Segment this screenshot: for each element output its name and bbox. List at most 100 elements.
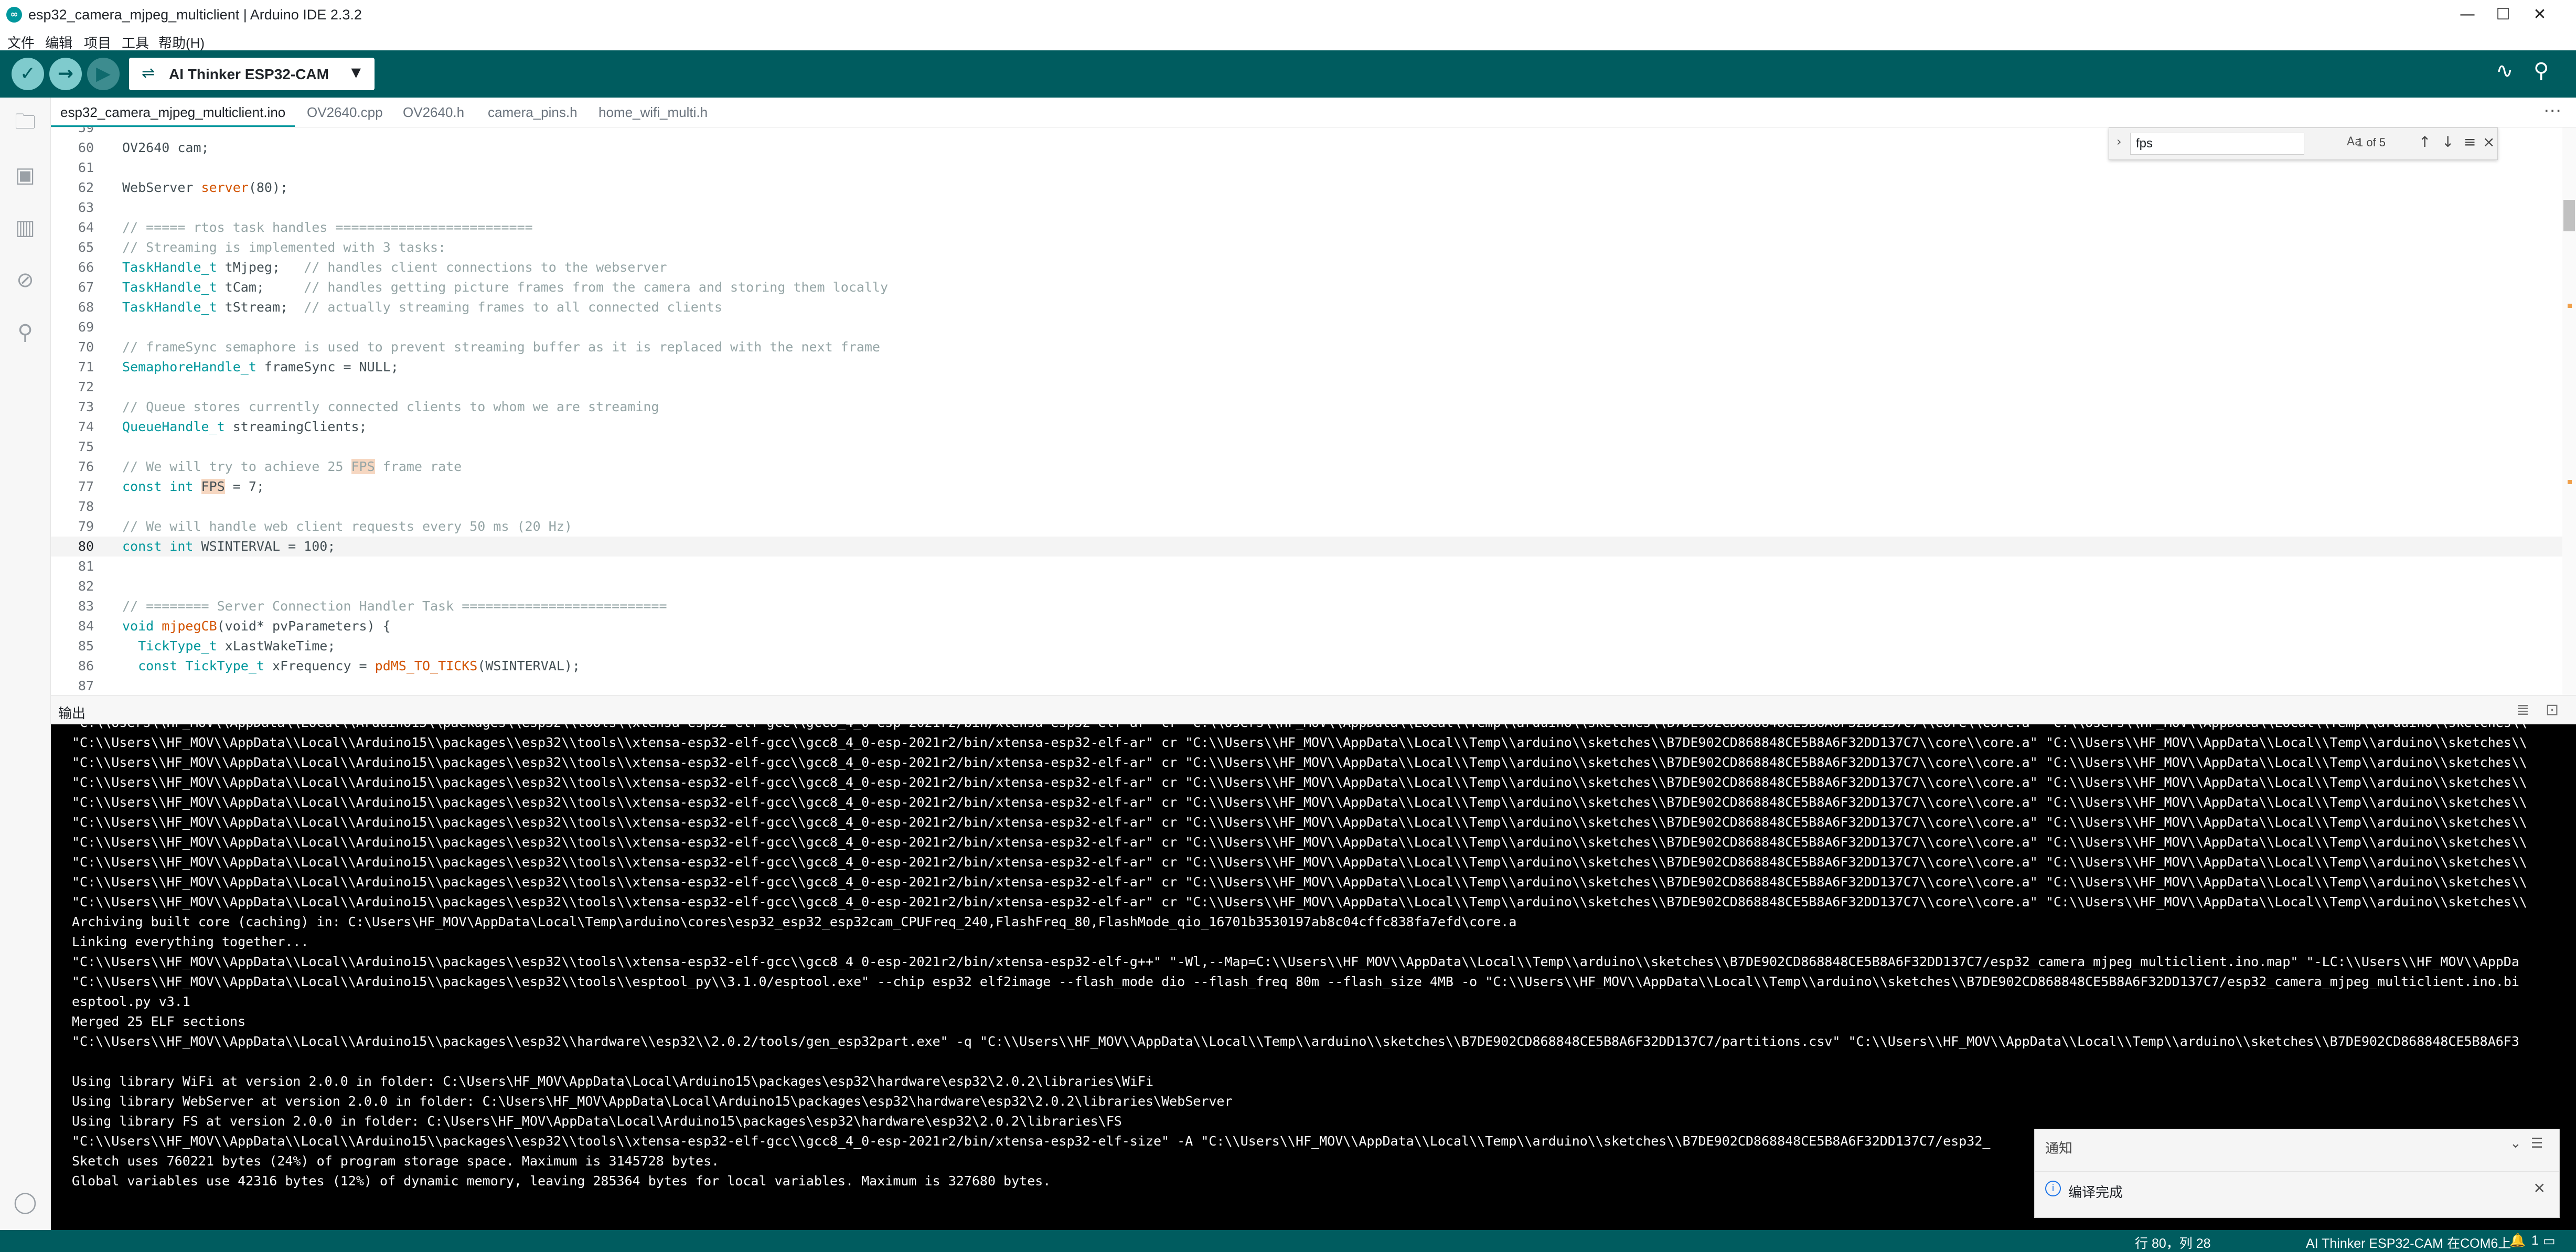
output-line: esptool.py v3.1: [72, 994, 190, 1009]
line-number: 87: [78, 678, 94, 693]
code-line: TickType_t xLastWakeTime;: [122, 638, 336, 654]
code-line: // ===== rtos task handles =============…: [122, 220, 533, 235]
find-widget: › fps Aa 1 of 5 ↑ ↓ ≡ ×: [2109, 127, 2498, 160]
chevron-down-icon[interactable]: ⌄: [2510, 1136, 2521, 1151]
output-line: "C:\\Users\\HF_MOV\\AppData\\Local\\Ardu…: [72, 954, 2519, 969]
code-line: // We will try to achieve 25 FPS frame r…: [122, 459, 462, 474]
checkmark-icon: ✓: [19, 63, 36, 84]
match-count: 1 of 5: [2357, 136, 2386, 149]
line-number: 80: [78, 539, 94, 554]
tab-ov2640-cpp[interactable]: OV2640.cpp: [297, 98, 392, 127]
editor-scrollbar[interactable]: [2562, 127, 2576, 695]
line-number: 64: [78, 220, 94, 235]
toolbar: ✓ → ▶ ⇌ AI Thinker ESP32-CAM ▼ ∿ ⚲: [0, 50, 2576, 98]
info-icon: i: [2045, 1181, 2061, 1196]
folder-icon[interactable]: 🗀: [9, 106, 41, 137]
library-manager-icon[interactable]: ▥: [9, 212, 41, 243]
tab-camera-pins[interactable]: camera_pins.h: [478, 98, 587, 127]
serial-monitor-icon[interactable]: ⚲: [2534, 59, 2549, 83]
code-line: OV2640 cam;: [122, 140, 209, 155]
output-line: "C:\\Users\\HF_MOV\\AppData\\Local\\Ardu…: [72, 974, 2519, 989]
match-marker: [2568, 480, 2572, 484]
arrow-right-icon: →: [57, 63, 74, 84]
chevron-down-icon: ▼: [351, 65, 361, 80]
find-input[interactable]: fps: [2130, 133, 2304, 155]
search-match: FPS: [201, 479, 225, 494]
output-line: Using library FS at version 2.0.0 in fol…: [72, 1114, 1122, 1129]
output-line: "C:\\Users\\HF_MOV\\AppData\\Local\\Ardu…: [72, 795, 2527, 810]
menu-file[interactable]: 文件: [7, 33, 35, 52]
account-icon[interactable]: ◯: [9, 1186, 41, 1218]
menu-tools[interactable]: 工具: [122, 33, 149, 52]
line-number: 61: [78, 160, 94, 175]
search-icon[interactable]: ⚲: [9, 317, 41, 348]
output-line: Using library WebServer at version 2.0.0…: [72, 1094, 1233, 1109]
current-line: 80 const int WSINTERVAL = 100;: [51, 537, 2576, 557]
lock-icon[interactable]: ⊡: [2546, 701, 2559, 719]
more-options-icon[interactable]: ⋯: [2543, 98, 2561, 124]
scrollbar-thumb[interactable]: [2563, 200, 2575, 231]
line-number: 60: [78, 140, 94, 155]
output-line: "C:\\Users\\HF_MOV\\AppData\\Local\\Ardu…: [72, 1133, 1991, 1149]
board-port-status[interactable]: AI Thinker ESP32-CAM 在COM6上: [2306, 1233, 2511, 1252]
tab-main-sketch[interactable]: esp32_camera_mjpeg_multiclient.ino: [51, 98, 295, 127]
title-bar: ∞ esp32_camera_mjpeg_multiclient | Ardui…: [0, 0, 2576, 29]
menu-edit[interactable]: 编辑: [45, 33, 72, 52]
notification-count[interactable]: 1: [2531, 1233, 2539, 1248]
window-title: esp32_camera_mjpeg_multiclient | Arduino…: [28, 7, 362, 23]
line-number: 74: [78, 419, 94, 434]
board-selector[interactable]: ⇌ AI Thinker ESP32-CAM ▼: [129, 58, 375, 90]
notification-toast: 通知 ⌄ ☰ i 编译完成 ✕: [2034, 1129, 2560, 1218]
line-number: 66: [78, 260, 94, 275]
find-in-selection-icon[interactable]: ≡: [2464, 133, 2476, 151]
menu-sketch[interactable]: 项目: [84, 33, 111, 52]
clear-output-icon[interactable]: ≣: [2516, 701, 2529, 719]
cursor-position[interactable]: 行 80，列 28: [2135, 1233, 2211, 1252]
output-line: "C:\\Users\\HF_MOV\\AppData\\Local\\Ardu…: [72, 854, 2527, 870]
line-number: 81: [78, 559, 94, 574]
line-number: 78: [78, 499, 94, 514]
menu-help[interactable]: 帮助(H): [158, 33, 205, 52]
boards-manager-icon[interactable]: ▣: [9, 159, 41, 191]
code-line: SemaphoreHandle_t frameSync = NULL;: [122, 359, 399, 374]
upload-button[interactable]: →: [49, 58, 82, 90]
chevron-right-icon[interactable]: ›: [2117, 134, 2122, 149]
tab-ov2640-h[interactable]: OV2640.h: [393, 98, 474, 127]
notification-title: 通知: [2045, 1140, 2073, 1156]
line-number: 68: [78, 299, 94, 315]
serial-plotter-icon[interactable]: ∿: [2496, 59, 2514, 83]
code-line: // We will handle web client requests ev…: [122, 519, 572, 534]
arrow-up-icon[interactable]: ↑: [2419, 133, 2431, 151]
code-editor[interactable]: 59 60 OV2640 cam; 61 62 WebServer server(8…: [51, 127, 2576, 695]
code-line: // Streaming is implemented with 3 tasks…: [122, 240, 446, 255]
close-icon[interactable]: ×: [2483, 133, 2495, 151]
line-number: 59: [78, 127, 94, 135]
line-number: 83: [78, 598, 94, 614]
arrow-down-icon[interactable]: ↓: [2442, 133, 2454, 151]
sidebar: 🗀 ▣ ▥ ⊘ ⚲ ◯: [0, 98, 51, 1230]
debug-icon[interactable]: ⊘: [9, 264, 41, 296]
line-number: 77: [78, 479, 94, 494]
code-line: QueueHandle_t streamingClients;: [122, 419, 367, 434]
match-marker: [2568, 304, 2572, 308]
line-number: 70: [78, 339, 94, 355]
debug-button[interactable]: ▶: [87, 58, 120, 90]
search-match: FPS: [351, 459, 375, 474]
editor-tabs: esp32_camera_mjpeg_multiclient.ino OV264…: [51, 98, 2576, 127]
tab-home-wifi-multi[interactable]: home_wifi_multi.h: [589, 98, 717, 127]
line-number: 76: [78, 459, 94, 474]
code-line: WebServer server(80);: [122, 180, 288, 195]
close-icon[interactable]: ✕: [2534, 1180, 2546, 1197]
notification-bell-icon[interactable]: 🔔: [2509, 1233, 2526, 1248]
panel-toggle-icon[interactable]: ▭: [2543, 1233, 2556, 1249]
verify-button[interactable]: ✓: [12, 58, 44, 90]
output-line: Linking everything together...: [72, 934, 309, 949]
output-line: "C:\\Users\\HF_MOV\\AppData\\Local\\Ardu…: [72, 834, 2527, 850]
usb-icon: ⇌: [142, 64, 155, 82]
close-window-button[interactable]: ✕: [2504, 0, 2576, 29]
line-number: 65: [78, 240, 94, 255]
clear-all-icon[interactable]: ☰: [2531, 1136, 2543, 1151]
output-line: "C:\\Users\\HF_MOV\\AppData\\Local\\Ardu…: [72, 874, 2527, 890]
output-line: Merged 25 ELF sections: [72, 1014, 246, 1029]
output-line: "C:\\Users\\HF_MOV\\AppData\\Local\\Ardu…: [72, 755, 2527, 770]
